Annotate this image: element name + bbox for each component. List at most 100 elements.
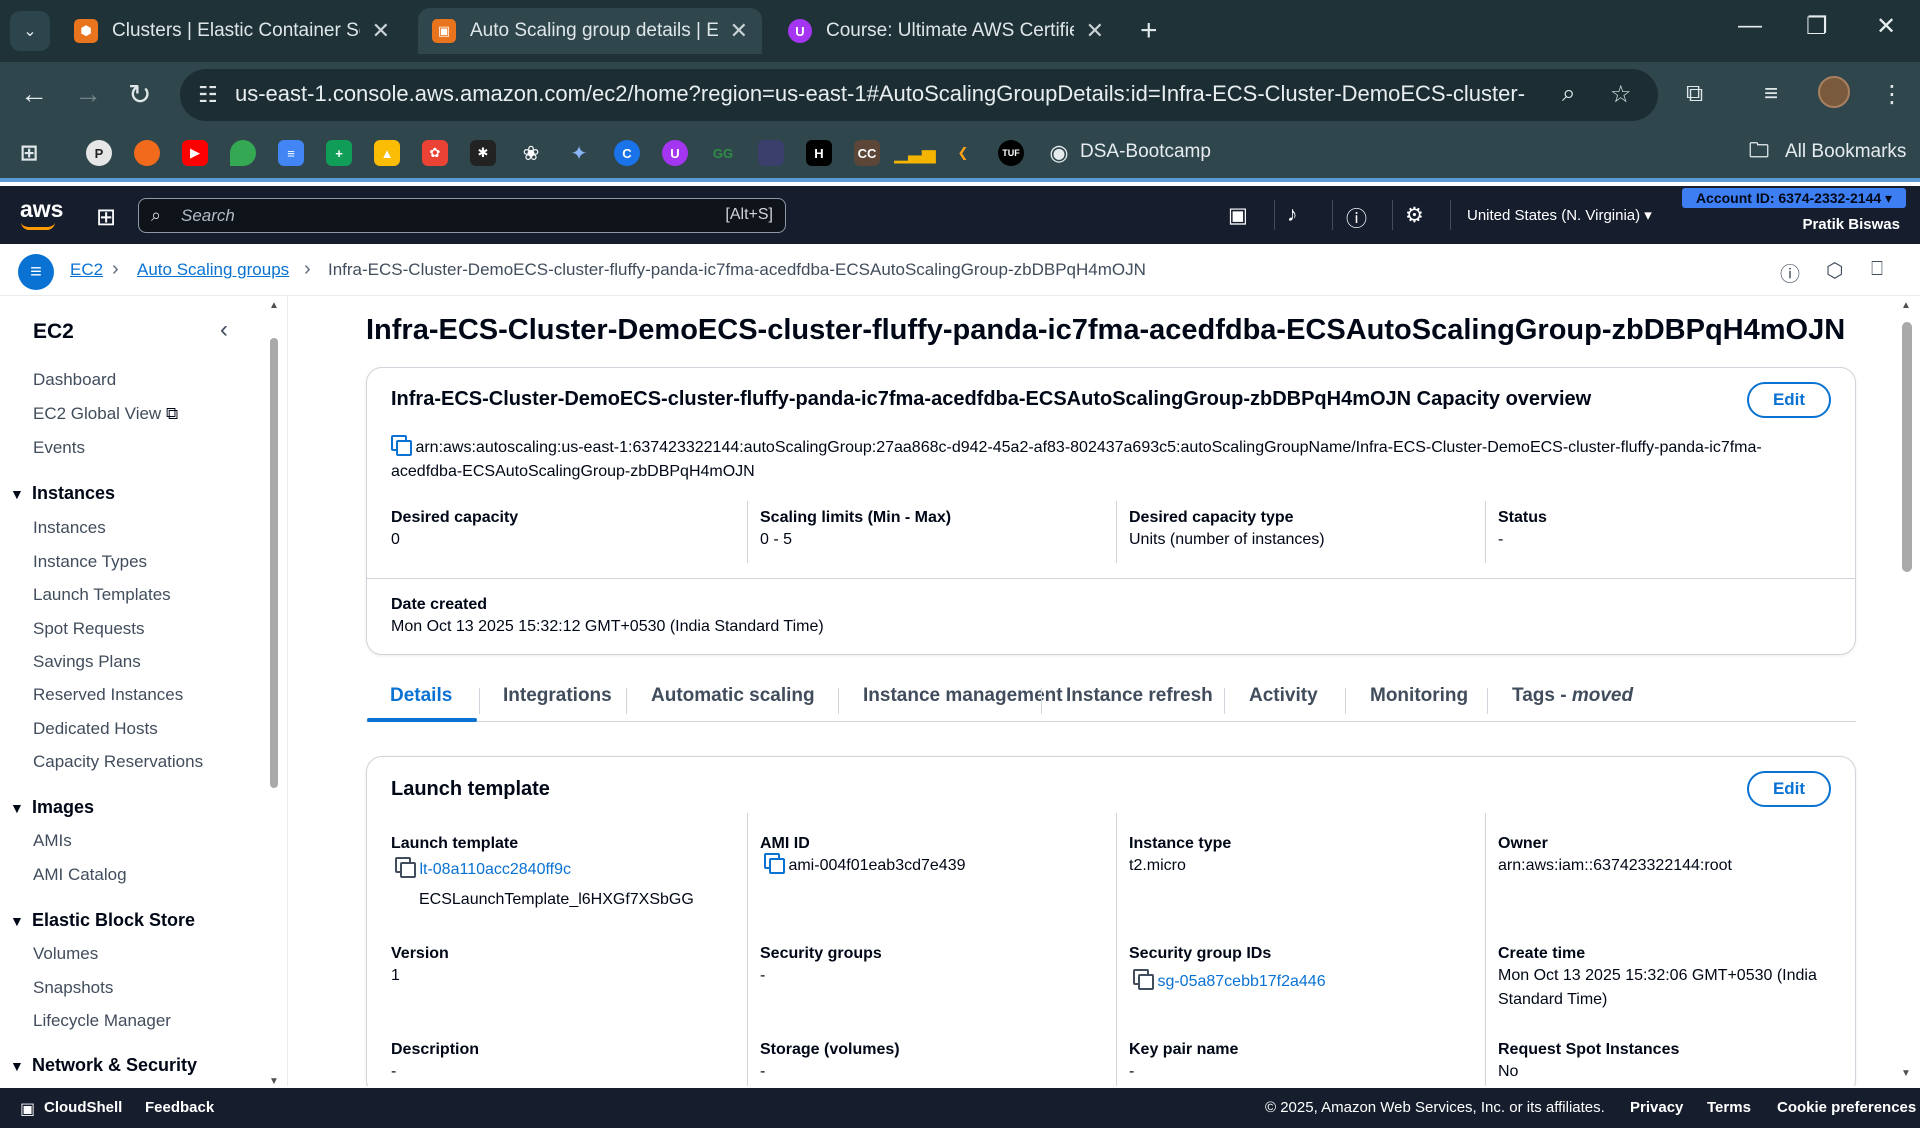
udemy-icon[interactable]: U [662, 140, 688, 166]
bookmark-icon[interactable]: H [806, 140, 832, 166]
sidebar-section-network-security[interactable]: ▼ Network & Security [10, 1055, 197, 1076]
scroll-up-icon[interactable]: ▲ [1901, 300, 1911, 311]
terms-link[interactable]: Terms [1707, 1099, 1751, 1116]
docs-icon[interactable]: ≡ [278, 140, 304, 166]
browser-tab-udemy[interactable]: U Course: Ultimate AWS Certified ✕ [774, 8, 1118, 54]
tab-instance-management[interactable]: Instance management [863, 685, 1063, 707]
scroll-down-icon[interactable]: ▼ [269, 1076, 279, 1086]
sidebar-section-ebs[interactable]: ▼ Elastic Block Store [10, 910, 195, 931]
copy-icon[interactable] [764, 853, 785, 874]
sidebar-item-snapshots[interactable]: Snapshots [33, 978, 113, 998]
sidebar-item-launch-templates[interactable]: Launch Templates [33, 585, 171, 605]
close-window-icon[interactable]: ✕ [1876, 12, 1896, 41]
close-icon[interactable]: ✕ [1086, 18, 1104, 44]
cloudshell-icon[interactable]: ▣ [1228, 203, 1248, 228]
sidebar-section-instances[interactable]: ▼ Instances [10, 483, 115, 504]
sidebar-item-amis[interactable]: AMIs [33, 831, 72, 851]
aws-search-box[interactable]: ⌕ [Alt+S] [138, 198, 786, 233]
scroll-down-icon[interactable]: ▼ [1901, 1068, 1911, 1079]
sidebar-item-instances[interactable]: Instances [33, 518, 106, 538]
settings-gear-icon[interactable]: ⚙ [1405, 203, 1424, 228]
browser-tab-ecs[interactable]: ⬢ Clusters | Elastic Container Serv ✕ [60, 8, 404, 54]
close-icon[interactable]: ✕ [372, 18, 390, 44]
profile-avatar[interactable] [1818, 76, 1850, 108]
bookmark-icon[interactable]: C [614, 140, 640, 166]
cookie-preferences-link[interactable]: Cookie preferences [1777, 1099, 1916, 1116]
edit-launch-template-button[interactable]: Edit [1747, 771, 1831, 807]
tab-search-button[interactable]: ⌄ [10, 11, 50, 51]
drive-icon[interactable]: ▲ [374, 140, 400, 166]
extensions-icon[interactable]: ⧉ [1686, 80, 1703, 108]
sidebar-item-spot-requests[interactable]: Spot Requests [33, 619, 145, 639]
info-icon[interactable]: ⓘ [1780, 258, 1800, 287]
user-menu[interactable]: Pratik Biswas [1802, 216, 1900, 233]
scroll-up-icon[interactable]: ▲ [269, 300, 279, 311]
reload-icon[interactable]: ↻ [128, 78, 151, 111]
bookmark-icon[interactable]: ✱ [470, 140, 496, 166]
feedback-link[interactable]: Feedback [145, 1099, 214, 1116]
site-info-icon[interactable]: ☷ [198, 82, 218, 108]
bookmark-dsa-bootcamp[interactable]: DSA-Bootcamp [1080, 141, 1211, 163]
tab-activity[interactable]: Activity [1249, 685, 1318, 707]
bookmark-star-icon[interactable]: ☆ [1610, 80, 1632, 109]
gfg-icon[interactable]: GG [710, 140, 736, 166]
copy-icon[interactable] [1133, 969, 1154, 990]
sidebar-item-global-view[interactable]: EC2 Global View ⧉ [33, 404, 178, 424]
codechef-icon[interactable]: CC [854, 140, 880, 166]
breadcrumb-auto-scaling-groups[interactable]: Auto Scaling groups [137, 260, 289, 280]
forward-icon[interactable]: → [74, 78, 102, 110]
new-tab-button[interactable]: + [1140, 14, 1158, 48]
breadcrumb-ec2[interactable]: EC2 [70, 260, 103, 280]
scrollbar-thumb[interactable] [1902, 322, 1912, 572]
tab-integrations[interactable]: Integrations [503, 685, 612, 707]
sidebar-item-volumes[interactable]: Volumes [33, 944, 98, 964]
url-text[interactable]: us-east-1.console.aws.amazon.com/ec2/hom… [235, 81, 1525, 107]
bookmark-icon[interactable] [758, 140, 784, 166]
apps-grid-icon[interactable]: ⊞ [16, 140, 42, 166]
feedback-icon[interactable]: ⬡ [1826, 258, 1843, 283]
sidebar-item-capacity-reservations[interactable]: Capacity Reservations [33, 752, 203, 772]
side-nav-toggle-icon[interactable]: ≡ [18, 254, 54, 290]
media-controls-icon[interactable]: ≡ [1764, 80, 1778, 108]
photos-icon[interactable]: ✿ [422, 140, 448, 166]
notifications-bell-icon[interactable]: ♪ [1287, 203, 1298, 227]
sidebar-item-reserved-instances[interactable]: Reserved Instances [33, 685, 183, 705]
security-group-link[interactable]: sg-05a87cebb17f2a446 [1157, 973, 1325, 990]
browser-tab-asg[interactable]: ▣ Auto Scaling group details | EC2 ✕ [418, 8, 762, 54]
restore-icon[interactable]: ❐ [1806, 12, 1828, 41]
minimize-icon[interactable]: — [1738, 12, 1762, 40]
tab-instance-refresh[interactable]: Instance refresh [1066, 685, 1213, 707]
launch-template-link[interactable]: lt-08a110acc2840ff9c [419, 861, 571, 878]
back-icon[interactable]: ← [20, 78, 48, 110]
services-grid-icon[interactable]: ⊞ [96, 203, 116, 232]
copy-icon[interactable] [395, 857, 416, 878]
sidebar-item-dedicated-hosts[interactable]: Dedicated Hosts [33, 719, 158, 739]
more-menu-icon[interactable]: ⋮ [1880, 80, 1904, 109]
tab-automatic-scaling[interactable]: Automatic scaling [651, 685, 815, 707]
screen-icon[interactable]: ⎕ [1871, 258, 1883, 281]
close-icon[interactable]: ✕ [730, 18, 748, 44]
aws-logo[interactable]: aws [20, 196, 63, 223]
sidebar-item-instance-types[interactable]: Instance Types [33, 552, 147, 572]
zoom-icon[interactable]: ⌕ [1562, 80, 1575, 108]
gemini-icon[interactable]: ✦ [566, 140, 592, 166]
sheets-icon[interactable]: + [326, 140, 352, 166]
copy-icon[interactable] [391, 435, 412, 456]
privacy-link[interactable]: Privacy [1630, 1099, 1683, 1116]
cloudshell-link[interactable]: CloudShell [44, 1099, 122, 1116]
chatgpt-icon[interactable]: ❀ [518, 140, 544, 166]
main-scrollbar[interactable]: ▲ ▼ [1900, 300, 1914, 1080]
scrollbar-thumb[interactable] [270, 338, 278, 788]
tab-monitoring[interactable]: Monitoring [1370, 685, 1468, 707]
collapse-sidebar-icon[interactable]: ‹ [220, 316, 228, 344]
sidebar-section-images[interactable]: ▼ Images [10, 797, 94, 818]
address-bar[interactable]: ☷ us-east-1.console.aws.amazon.com/ec2/h… [180, 69, 1658, 121]
edit-capacity-button[interactable]: Edit [1747, 382, 1831, 418]
youtube-icon[interactable]: ▶ [182, 140, 208, 166]
tab-tags[interactable]: Tags - moved [1512, 685, 1633, 707]
sidebar-item-dashboard[interactable]: Dashboard [33, 370, 116, 390]
help-icon[interactable]: ⓘ [1346, 203, 1367, 233]
github-icon[interactable]: ◉ [1046, 140, 1072, 166]
tab-details[interactable]: Details [390, 685, 452, 707]
sidebar-item-events[interactable]: Events [33, 438, 85, 458]
